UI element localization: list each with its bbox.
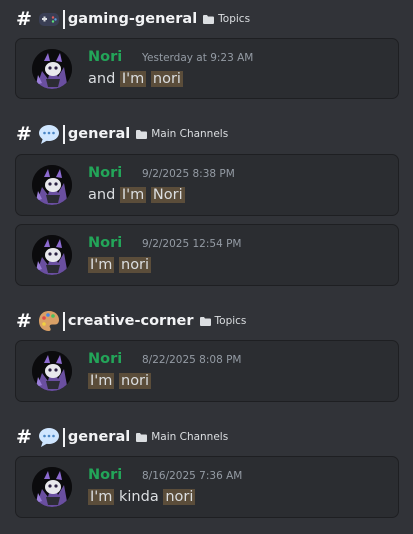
- channel-category: Main Channels: [151, 431, 229, 443]
- channel-header[interactable]: # general Main Channels: [16, 122, 228, 146]
- search-highlight: nori: [119, 373, 152, 389]
- channel-hash-icon: #: [16, 8, 32, 30]
- avatar[interactable]: [32, 235, 72, 275]
- author-name[interactable]: Nori: [88, 165, 122, 181]
- channel-name[interactable]: gaming-general: [68, 11, 197, 27]
- channel-header[interactable]: # creative-corner Topics: [16, 309, 246, 333]
- palette-icon: [38, 310, 60, 332]
- timestamp: 8/22/2025 8:08 PM: [142, 354, 242, 366]
- search-highlight: I'm: [88, 373, 115, 389]
- avatar[interactable]: [32, 467, 72, 507]
- separator: [62, 9, 65, 29]
- separator: [62, 427, 65, 447]
- message-content: I'm kinda nori: [88, 489, 196, 505]
- channel-hash-icon: #: [16, 426, 32, 448]
- message-content: I'm nori: [88, 373, 152, 389]
- message-text: and: [88, 71, 120, 87]
- channel-name[interactable]: creative-corner: [68, 313, 194, 329]
- message-card[interactable]: Nori 9/2/2025 8:38 PM and I'm Nori: [15, 154, 399, 216]
- search-highlight: Nori: [150, 187, 185, 203]
- speech-bubble-icon: [38, 426, 60, 448]
- message-text: kinda: [114, 489, 164, 505]
- avatar[interactable]: [32, 351, 72, 391]
- channel-category: Main Channels: [151, 128, 229, 140]
- channel-category: Topics: [218, 13, 251, 25]
- search-highlight: I'm: [119, 71, 147, 87]
- separator: [62, 124, 65, 144]
- folder-icon: [203, 15, 214, 24]
- message-content: and I'm Nori: [88, 187, 185, 203]
- channel-category: Topics: [214, 315, 247, 327]
- author-name[interactable]: Nori: [88, 467, 122, 483]
- channel-header[interactable]: # gaming-general Topics: [16, 7, 250, 31]
- message-content: and I'm nori: [88, 71, 183, 87]
- search-highlight: nori: [150, 71, 183, 87]
- author-name[interactable]: Nori: [88, 235, 122, 251]
- channel-name[interactable]: general: [68, 126, 130, 142]
- gamepad-icon: [38, 8, 60, 30]
- timestamp: 9/2/2025 12:54 PM: [142, 238, 242, 250]
- message-card[interactable]: Nori 9/2/2025 12:54 PM I'm nori: [15, 224, 399, 286]
- folder-icon: [200, 317, 211, 326]
- message-text: and: [88, 187, 120, 203]
- search-highlight: nori: [119, 257, 152, 273]
- channel-name[interactable]: general: [68, 429, 130, 445]
- message-card[interactable]: Nori 8/16/2025 7:36 AM I'm kinda nori: [15, 456, 399, 518]
- message-card[interactable]: Nori 8/22/2025 8:08 PM I'm nori: [15, 340, 399, 402]
- avatar[interactable]: [32, 165, 72, 205]
- search-highlight: nori: [163, 489, 196, 505]
- author-name[interactable]: Nori: [88, 49, 122, 65]
- author-name[interactable]: Nori: [88, 351, 122, 367]
- avatar[interactable]: [32, 49, 72, 89]
- search-highlight: I'm: [88, 257, 115, 273]
- folder-icon: [136, 130, 147, 139]
- channel-hash-icon: #: [16, 310, 32, 332]
- channel-header[interactable]: # general Main Channels: [16, 425, 228, 449]
- message-card[interactable]: Nori Yesterday at 9:23 AM and I'm nori: [15, 38, 399, 99]
- channel-hash-icon: #: [16, 123, 32, 145]
- timestamp: 9/2/2025 8:38 PM: [142, 168, 235, 180]
- search-highlight: I'm: [88, 489, 115, 505]
- message-content: I'm nori: [88, 257, 152, 273]
- timestamp: Yesterday at 9:23 AM: [142, 52, 254, 64]
- separator: [62, 311, 65, 331]
- speech-bubble-icon: [38, 123, 60, 145]
- folder-icon: [136, 433, 147, 442]
- timestamp: 8/16/2025 7:36 AM: [142, 470, 243, 482]
- search-highlight: I'm: [119, 187, 147, 203]
